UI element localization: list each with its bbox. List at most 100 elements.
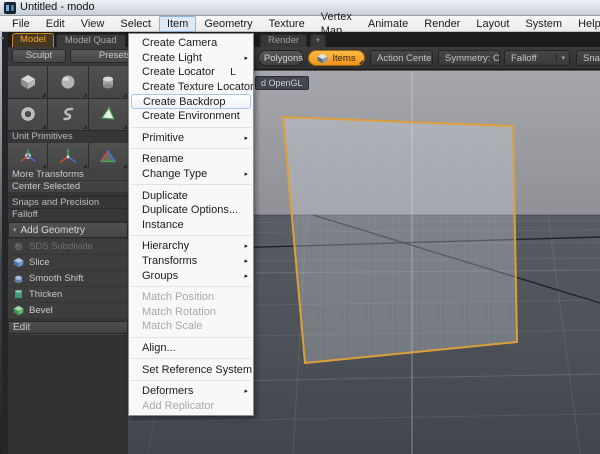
menubar-item-select[interactable]: Select bbox=[112, 16, 159, 32]
menu-item-duplicate-options[interactable]: Duplicate Options... bbox=[129, 203, 253, 218]
submenu-arrow-icon: ▸ bbox=[241, 54, 248, 62]
action-center-dropdown[interactable]: Action Center ▾ bbox=[370, 50, 433, 66]
center-selected-button[interactable]: Center Selected bbox=[8, 181, 128, 193]
app-icon[interactable] bbox=[4, 2, 16, 14]
menubar-item-animate[interactable]: Animate bbox=[360, 16, 416, 32]
menu-item-hierarchy[interactable]: Hierarchy▸ bbox=[129, 239, 253, 254]
tab-model-quad[interactable]: Model Quad bbox=[56, 34, 126, 47]
thicken-icon bbox=[13, 289, 24, 300]
transform-tool-button[interactable] bbox=[8, 143, 47, 169]
section-unit-primitives[interactable]: Unit Primitives bbox=[8, 130, 128, 142]
menu-item-create-locator[interactable]: Create LocatorL bbox=[129, 65, 253, 80]
symmetry-dropdown[interactable]: Symmetry: Off ▾ bbox=[438, 50, 500, 66]
falloff-dropdown[interactable]: Falloff ▾ bbox=[504, 50, 570, 66]
tool-thicken[interactable]: Thicken bbox=[8, 287, 128, 303]
viewport-style-label[interactable]: d OpenGL bbox=[255, 76, 309, 90]
menubar-item-file[interactable]: File bbox=[4, 16, 38, 32]
menu-item-rename[interactable]: Rename bbox=[129, 152, 253, 167]
submenu-arrow-icon: ▸ bbox=[241, 272, 248, 280]
menu-separator bbox=[130, 184, 252, 185]
menu-separator bbox=[130, 148, 252, 149]
cube-icon bbox=[20, 74, 36, 90]
menu-separator bbox=[130, 235, 252, 236]
cube-tool-button[interactable] bbox=[8, 66, 47, 98]
tool-bevel[interactable]: Bevel bbox=[8, 303, 128, 319]
sculpt-button[interactable]: Sculpt bbox=[12, 49, 66, 63]
menubar-item-texture[interactable]: Texture bbox=[261, 16, 313, 32]
menu-item-deformers[interactable]: Deformers▸ bbox=[129, 384, 253, 399]
cylinder-tool-button[interactable] bbox=[89, 66, 128, 98]
section-edit[interactable]: Edit bbox=[8, 321, 128, 334]
menubar-item-item[interactable]: Item bbox=[159, 16, 196, 32]
menu-separator bbox=[130, 127, 252, 128]
menu-item-instance[interactable]: Instance bbox=[129, 218, 253, 233]
menu-item-groups[interactable]: Groups▸ bbox=[129, 268, 253, 283]
axis-gizmo-icon bbox=[58, 147, 78, 165]
chevron-down-icon: ▾ bbox=[556, 54, 565, 62]
add-geometry-header[interactable]: ▾ Add Geometry bbox=[8, 222, 128, 238]
tab-render[interactable]: Render bbox=[260, 34, 307, 47]
spiral-icon bbox=[60, 106, 76, 122]
menubar-item-render[interactable]: Render bbox=[416, 16, 468, 32]
sphere-tool-button[interactable] bbox=[48, 66, 87, 98]
menubar-item-view[interactable]: View bbox=[73, 16, 113, 32]
tool-sds-subdivide[interactable]: SDS Subdivide bbox=[8, 239, 128, 255]
snapping-dropdown[interactable]: Snapping ▾ bbox=[576, 50, 600, 66]
menu-item-add-replicator: Add Replicator bbox=[129, 398, 253, 413]
menubar-item-system[interactable]: System bbox=[517, 16, 570, 32]
section-falloff[interactable]: Falloff bbox=[8, 208, 128, 220]
menu-item-match-scale: Match Scale bbox=[129, 319, 253, 334]
polygons-mode-button[interactable]: Polygons bbox=[258, 50, 304, 66]
sphere-icon bbox=[60, 74, 76, 90]
items-mode-button[interactable]: Items bbox=[308, 50, 365, 66]
cylinder-icon bbox=[100, 74, 116, 90]
menubar-item-edit[interactable]: Edit bbox=[38, 16, 73, 32]
menu-item-align[interactable]: Align... bbox=[129, 341, 253, 356]
add-tab-button[interactable]: + bbox=[310, 34, 326, 47]
menubar: File Edit View Select Item Geometry Text… bbox=[0, 16, 600, 32]
menu-separator bbox=[130, 380, 252, 381]
menu-item-set-reference-system[interactable]: Set Reference System bbox=[129, 362, 253, 377]
panel-collapse-icon[interactable]: ▸ bbox=[1, 34, 5, 42]
menu-item-transforms[interactable]: Transforms▸ bbox=[129, 254, 253, 269]
menu-item-change-type[interactable]: Change Type▸ bbox=[129, 167, 253, 182]
shortcut-key: L bbox=[230, 66, 236, 78]
transform-gizmo-icon bbox=[18, 147, 38, 165]
submenu-arrow-icon: ▸ bbox=[241, 242, 248, 250]
menu-item-create-texture-locator[interactable]: Create Texture Locator bbox=[129, 80, 253, 95]
tab-model[interactable]: Model bbox=[12, 33, 54, 47]
section-snaps-precision[interactable]: Snaps and Precision bbox=[8, 196, 128, 208]
menubar-item-layout[interactable]: Layout bbox=[468, 16, 517, 32]
menu-item-match-position: Match Position bbox=[129, 290, 253, 305]
backdrop-plane-texture bbox=[283, 117, 517, 363]
more-transforms-button[interactable]: More Transforms bbox=[8, 169, 128, 181]
window-titlebar[interactable]: Untitled - modo bbox=[0, 0, 600, 16]
bevel-icon bbox=[13, 305, 24, 316]
menu-separator bbox=[130, 286, 252, 287]
menu-item-primitive[interactable]: Primitive▸ bbox=[129, 131, 253, 146]
menu-item-duplicate[interactable]: Duplicate bbox=[129, 188, 253, 203]
menu-separator bbox=[130, 337, 252, 338]
torus-tool-button[interactable] bbox=[8, 99, 47, 131]
primitive-tool-grid bbox=[8, 66, 128, 130]
menubar-item-help[interactable]: Help bbox=[570, 16, 600, 32]
sds-subdivide-icon bbox=[13, 241, 24, 252]
menubar-item-geometry[interactable]: Geometry bbox=[196, 16, 260, 32]
window-title: Untitled - modo bbox=[20, 0, 95, 15]
tool-smooth-shift[interactable]: Smooth Shift bbox=[8, 271, 128, 287]
smooth-shift-icon bbox=[13, 273, 24, 284]
polygons-cube-icon bbox=[259, 53, 260, 64]
menu-item-create-camera[interactable]: Create Camera bbox=[129, 36, 253, 51]
axis-rotate-tool-button[interactable] bbox=[48, 143, 87, 169]
menu-item-create-environment[interactable]: Create Environment bbox=[129, 109, 253, 124]
cone-tool-button[interactable] bbox=[89, 99, 128, 131]
add-geometry-label: Add Geometry bbox=[21, 225, 85, 236]
menu-item-create-backdrop[interactable]: Create Backdrop bbox=[131, 94, 251, 109]
scale-tool-button[interactable] bbox=[89, 143, 128, 169]
swirl-tool-button[interactable] bbox=[48, 99, 87, 131]
tool-slice[interactable]: Slice bbox=[8, 255, 128, 271]
left-toolbox-panel: Model Model Quad Sculpt Presets bbox=[8, 32, 128, 454]
menu-item-create-light[interactable]: Create Light▸ bbox=[129, 51, 253, 66]
slice-icon bbox=[13, 257, 24, 268]
menu-item-match-rotation: Match Rotation bbox=[129, 305, 253, 320]
